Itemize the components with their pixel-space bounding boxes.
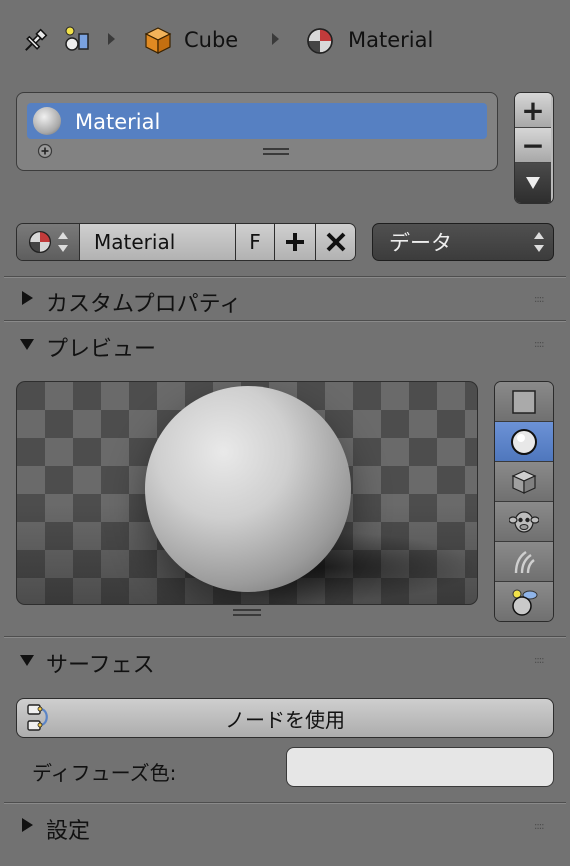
slot-specials-menu-button[interactable] [515,163,551,203]
breadcrumb-separator-icon [108,33,115,45]
material-preview-render [16,381,478,605]
preview-flat-button[interactable] [495,382,553,422]
panel-drag-handle-icon[interactable]: :::: [534,655,545,666]
slot-button-stack: + − [514,92,554,204]
remove-slot-button[interactable]: − [515,128,551,163]
panel-header-custom-properties[interactable]: カスタムプロパティ :::: [0,278,570,320]
add-slot-button[interactable]: + [515,93,551,128]
expanded-triangle-icon [20,339,34,350]
pin-icon[interactable] [20,26,50,56]
browse-material-button[interactable] [17,224,80,260]
cube-icon [511,469,537,494]
use-nodes-button[interactable]: ノードを使用 [16,698,554,738]
material-datablock-selector: Material F [16,223,356,261]
link-mode-value: データ [389,231,452,255]
panel-header-preview[interactable]: プレビュー :::: [0,322,570,366]
breadcrumb-object: Cube [184,28,239,52]
panel-drag-handle-icon[interactable]: :::: [534,294,545,305]
panel-drag-handle-icon[interactable]: :::: [534,339,545,350]
material-icon [307,28,333,54]
scene-data-icon [65,26,89,51]
panel-title: 設定 [46,819,91,844]
panel-drag-handle-icon[interactable]: :::: [534,821,545,832]
fake-user-label: F [249,230,261,254]
fake-user-button[interactable]: F [236,224,275,260]
preview-hair-button[interactable] [495,542,553,582]
menu-down-icon [526,177,540,189]
panel-title: サーフェス [46,653,155,678]
plus-icon [286,233,304,251]
panel-header-surface[interactable]: サーフェス :::: [0,638,570,682]
preview-resize-grip[interactable] [233,609,261,616]
preview-world-button[interactable] [495,582,553,621]
breadcrumb-material: Material [348,28,434,52]
unlink-material-button[interactable] [316,224,355,260]
material-slot-label: Material [75,110,161,134]
flat-plane-icon [512,389,536,414]
diffuse-color-label: ディフューズ色: [32,761,177,785]
cube-object-icon [144,27,172,54]
up-down-arrows-icon [534,232,544,252]
node-tree-icon [27,704,48,731]
hair-icon [514,550,535,573]
preview-sphere [145,386,351,592]
material-name-value: Material [94,230,176,254]
breadcrumb: Cube Material [0,0,570,80]
sphere-icon [511,428,537,455]
material-icon [28,230,52,254]
diffuse-color-swatch[interactable] [286,747,554,787]
material-slot-list[interactable]: Material [16,92,498,171]
add-slot-small-icon[interactable] [37,143,53,159]
new-material-button[interactable] [275,224,316,260]
collapsed-triangle-icon [22,291,33,305]
collapsed-triangle-icon [22,818,33,832]
breadcrumb-separator-icon [272,33,279,45]
sphere-sky-icon [512,589,538,616]
preview-cube-button[interactable] [495,462,553,502]
panel-title: プレビュー [46,337,157,362]
list-resize-grip[interactable] [263,148,289,155]
preview-shape-buttons [494,381,554,622]
preview-sphere-button[interactable] [495,422,553,462]
panel-header-settings[interactable]: 設定 :::: [0,804,570,848]
up-down-arrows-icon [58,232,68,252]
material-name-field[interactable]: Material [80,224,236,260]
material-sphere-icon [33,107,61,135]
use-nodes-label: ノードを使用 [225,707,345,732]
panel-title: カスタムプロパティ [46,292,242,317]
expanded-triangle-icon [20,655,34,666]
close-icon [326,232,345,252]
preview-monkey-button[interactable] [495,502,553,542]
link-mode-dropdown[interactable]: データ [372,223,554,261]
material-slot-item[interactable]: Material [27,103,487,139]
monkey-icon [509,510,539,533]
